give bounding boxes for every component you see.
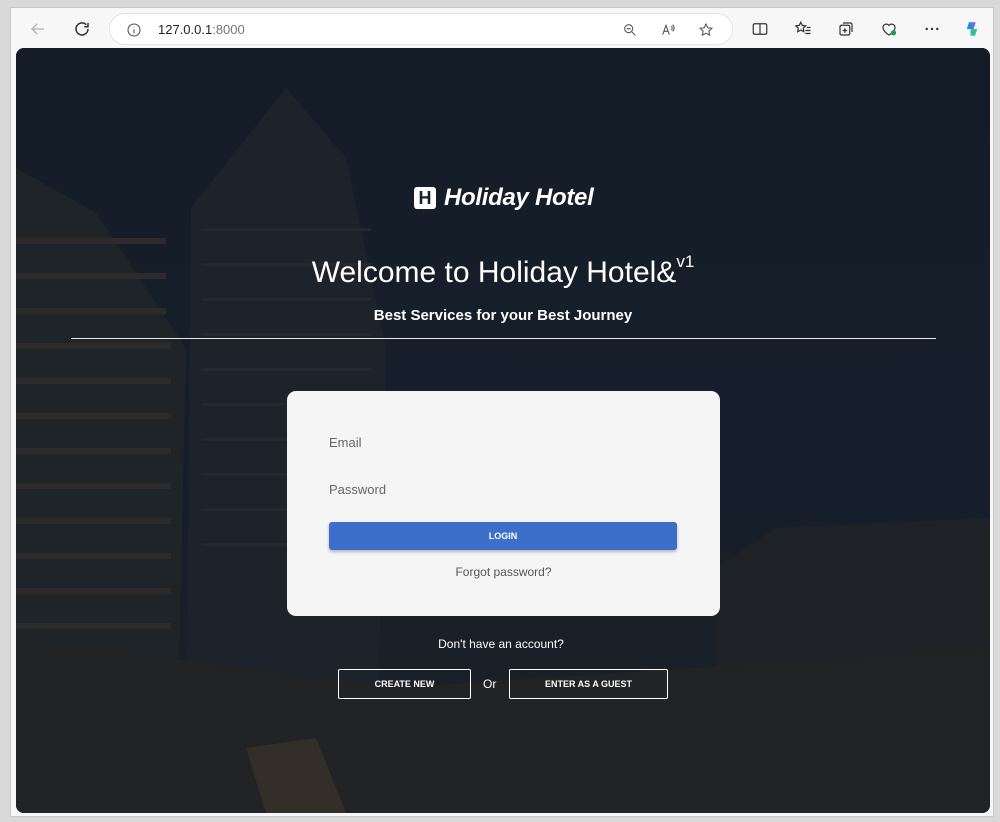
site-info-icon[interactable] (124, 20, 144, 40)
tagline: Best Services for your Best Journey (373, 307, 633, 324)
welcome-text: Welcome to Holiday Hotel& (311, 256, 677, 289)
browser-toolbar: 127.0.0.1:8000 (11, 8, 993, 48)
divider (71, 338, 936, 339)
url-host: 127.0.0.1 (158, 22, 213, 37)
email-field[interactable] (329, 428, 677, 456)
login-button[interactable]: LOGIN (329, 522, 677, 550)
brand-logo: H Holiday Hotel (414, 183, 594, 213)
browser-window: 127.0.0.1:8000 H Holiday Hotel Welcome t… (10, 7, 994, 817)
no-account-prompt: Don't have an account? (438, 637, 564, 651)
welcome-heading: Welcome to Holiday Hotel&v1 (16, 252, 990, 290)
or-separator: Or (483, 677, 497, 691)
split-screen-icon[interactable] (747, 16, 773, 42)
refresh-icon[interactable] (69, 16, 95, 42)
password-field[interactable] (329, 475, 677, 503)
collections-icon[interactable] (833, 16, 859, 42)
back-arrow-icon[interactable] (25, 16, 51, 42)
brand-name: Holiday Hotel (444, 184, 594, 211)
create-new-button[interactable]: CREATE NEW (338, 669, 471, 699)
copilot-icon[interactable] (959, 16, 985, 42)
favorites-list-icon[interactable] (790, 16, 816, 42)
browser-essentials-icon[interactable] (876, 16, 902, 42)
forgot-password-link[interactable]: Forgot password? (287, 565, 720, 579)
url-port: :8000 (212, 22, 245, 37)
address-bar[interactable]: 127.0.0.1:8000 (109, 13, 733, 45)
zoom-out-icon[interactable] (620, 20, 640, 40)
hotel-logo-icon: H (414, 187, 436, 209)
enter-as-guest-button[interactable]: ENTER AS A GUEST (509, 669, 668, 699)
login-card: LOGIN Forgot password? (287, 391, 720, 616)
url-text[interactable]: 127.0.0.1:8000 (158, 22, 245, 37)
read-aloud-icon[interactable] (658, 20, 678, 40)
version-tag: v1 (676, 252, 695, 271)
more-options-icon[interactable] (919, 16, 945, 42)
page-viewport: H Holiday Hotel Welcome to Holiday Hotel… (16, 48, 990, 813)
favorite-star-icon[interactable] (696, 20, 716, 40)
